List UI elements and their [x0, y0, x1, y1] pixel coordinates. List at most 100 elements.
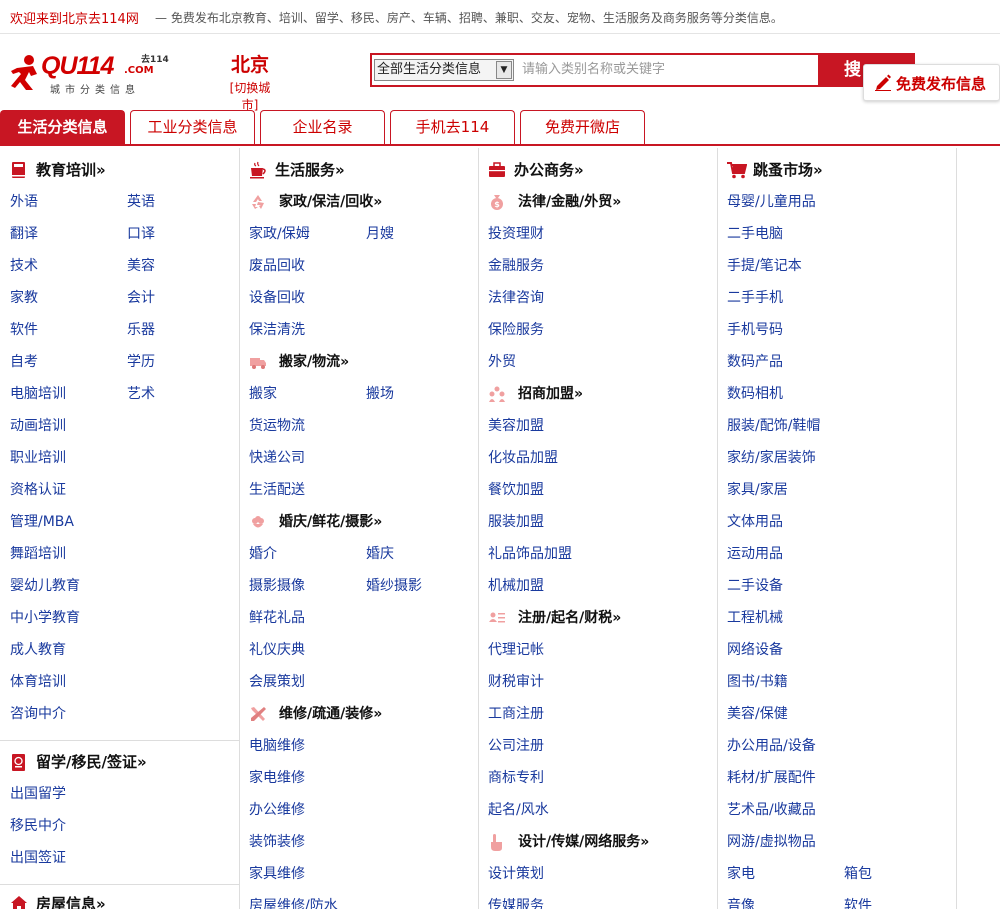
category-link[interactable]: 英语	[127, 192, 155, 212]
category-link[interactable]: 家具/家居	[727, 480, 788, 500]
category-link[interactable]: 房屋维修/防水	[249, 896, 338, 909]
category-link[interactable]: 法律咨询	[488, 288, 544, 308]
category-link[interactable]: 图书/书籍	[727, 672, 788, 692]
category-link[interactable]: 商标专利	[488, 768, 544, 788]
category-link[interactable]: 乐器	[127, 320, 155, 340]
category-link[interactable]: 软件	[844, 896, 872, 909]
category-link[interactable]: 移民中介	[10, 816, 66, 836]
category-link[interactable]: 技术	[10, 256, 38, 276]
tab-mobile[interactable]: 手机去114	[390, 110, 515, 144]
category-link[interactable]: 工程机械	[727, 608, 783, 628]
category-link[interactable]: 鲜花礼品	[249, 608, 305, 628]
category-link[interactable]: 搬场	[366, 384, 394, 404]
tab-weidian[interactable]: 免费开微店	[520, 110, 645, 144]
category-link[interactable]: 婚庆	[366, 544, 394, 564]
category-link[interactable]: 外贸	[488, 352, 516, 372]
category-link[interactable]: 资格认证	[10, 480, 66, 500]
category-link[interactable]: 保洁清洗	[249, 320, 305, 340]
category-link[interactable]: 二手手机	[727, 288, 783, 308]
category-link[interactable]: 学历	[127, 352, 155, 372]
category-link[interactable]: 美容加盟	[488, 416, 544, 436]
category-link[interactable]: 办公维修	[249, 800, 305, 820]
category-link[interactable]: 手机号码	[727, 320, 783, 340]
category-link[interactable]: 职业培训	[10, 448, 66, 468]
category-link[interactable]: 会计	[127, 288, 155, 308]
category-link[interactable]: 餐饮加盟	[488, 480, 544, 500]
category-link[interactable]: 传媒服务	[488, 896, 544, 909]
category-link[interactable]: 出国签证	[10, 848, 66, 868]
category-link[interactable]: 婚介	[249, 544, 277, 564]
category-link[interactable]: 家电	[727, 864, 755, 884]
category-link[interactable]: 月嫂	[366, 224, 394, 244]
category-link[interactable]: 礼仪庆典	[249, 640, 305, 660]
category-link[interactable]: 箱包	[844, 864, 872, 884]
switch-city-link[interactable]: [切换城市]	[222, 79, 278, 113]
category-link[interactable]: 工商注册	[488, 704, 544, 724]
category-link[interactable]: 办公用品/设备	[727, 736, 816, 756]
category-link[interactable]: 舞蹈培训	[10, 544, 66, 564]
search-input[interactable]: 请输入类别名称或关键字	[518, 56, 814, 84]
category-link[interactable]: 快递公司	[249, 448, 305, 468]
category-link[interactable]: 会展策划	[249, 672, 305, 692]
category-link[interactable]: 数码相机	[727, 384, 783, 404]
category-link[interactable]: 起名/风水	[488, 800, 549, 820]
category-link[interactable]: 动画培训	[10, 416, 66, 436]
category-link[interactable]: 出国留学	[10, 784, 66, 804]
tab-life[interactable]: 生活分类信息	[0, 110, 125, 144]
category-link[interactable]: 家纺/家居装饰	[727, 448, 816, 468]
publish-button[interactable]: 免费发布信息	[863, 64, 1000, 101]
category-link[interactable]: 口译	[127, 224, 155, 244]
category-link[interactable]: 化妆品加盟	[488, 448, 558, 468]
category-link[interactable]: 设备回收	[249, 288, 305, 308]
tab-companies[interactable]: 企业名录	[260, 110, 385, 144]
category-link[interactable]: 管理/MBA	[10, 512, 74, 532]
category-link[interactable]: 金融服务	[488, 256, 544, 276]
category-link[interactable]: 耗材/扩展配件	[727, 768, 816, 788]
welcome-text[interactable]: 欢迎来到北京去114网	[10, 8, 139, 27]
category-link[interactable]: 自考	[10, 352, 38, 372]
category-link[interactable]: 文体用品	[727, 512, 783, 532]
site-logo[interactable]: QU114 去114 .COM 城市分类信息	[11, 52, 171, 96]
category-link[interactable]: 二手电脑	[727, 224, 783, 244]
tab-industry[interactable]: 工业分类信息	[130, 110, 255, 144]
category-link[interactable]: 运动用品	[727, 544, 783, 564]
category-link[interactable]: 二手设备	[727, 576, 783, 596]
category-link[interactable]: 美容/保健	[727, 704, 788, 724]
category-link[interactable]: 网游/虚拟物品	[727, 832, 816, 852]
category-link[interactable]: 代理记帐	[488, 640, 544, 660]
category-link[interactable]: 中小学教育	[10, 608, 80, 628]
category-link[interactable]: 家政/保姆	[249, 224, 310, 244]
category-link[interactable]: 数码产品	[727, 352, 783, 372]
category-link[interactable]: 电脑维修	[249, 736, 305, 756]
category-link[interactable]: 货运物流	[249, 416, 305, 436]
category-link[interactable]: 服装/配饰/鞋帽	[727, 416, 820, 436]
category-link[interactable]: 外语	[10, 192, 38, 212]
category-link[interactable]: 成人教育	[10, 640, 66, 660]
category-link[interactable]: 摄影摄像	[249, 576, 305, 596]
category-link[interactable]: 家电维修	[249, 768, 305, 788]
category-link[interactable]: 投资理财	[488, 224, 544, 244]
category-link[interactable]: 废品回收	[249, 256, 305, 276]
category-link[interactable]: 网络设备	[727, 640, 783, 660]
category-link[interactable]: 家教	[10, 288, 38, 308]
category-link[interactable]: 家具维修	[249, 864, 305, 884]
category-link[interactable]: 公司注册	[488, 736, 544, 756]
category-link[interactable]: 机械加盟	[488, 576, 544, 596]
category-link[interactable]: 体育培训	[10, 672, 66, 692]
category-link[interactable]: 翻译	[10, 224, 38, 244]
category-link[interactable]: 电脑培训	[10, 384, 66, 404]
category-link[interactable]: 软件	[10, 320, 38, 340]
category-link[interactable]: 设计策划	[488, 864, 544, 884]
category-link[interactable]: 财税审计	[488, 672, 544, 692]
category-link[interactable]: 咨询中介	[10, 704, 66, 724]
category-link[interactable]: 母婴/儿童用品	[727, 192, 816, 212]
category-link[interactable]: 保险服务	[488, 320, 544, 340]
category-link[interactable]: 生活配送	[249, 480, 305, 500]
category-link[interactable]: 艺术品/收藏品	[727, 800, 816, 820]
category-link[interactable]: 服装加盟	[488, 512, 544, 532]
category-link[interactable]: 艺术	[127, 384, 155, 404]
category-link[interactable]: 婴幼儿教育	[10, 576, 80, 596]
category-link[interactable]: 礼品饰品加盟	[488, 544, 572, 564]
category-select[interactable]: 全部生活分类信息 ▼	[374, 59, 514, 81]
category-link[interactable]: 搬家	[249, 384, 277, 404]
